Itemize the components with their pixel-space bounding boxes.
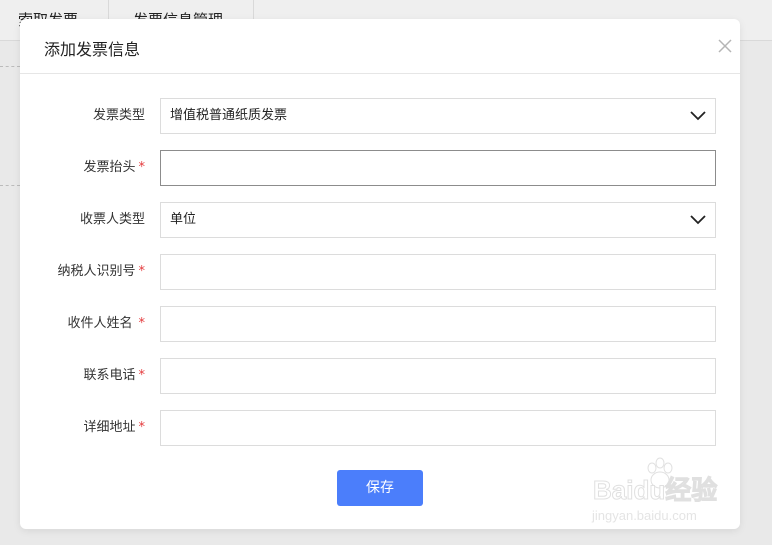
invoice-header-input[interactable] [170, 151, 715, 184]
save-button[interactable]: 保存 [337, 470, 423, 506]
background-dashed-box [0, 66, 20, 186]
chevron-down-icon [690, 111, 706, 121]
form-row-taxpayer-id: 纳税人识别号 * [20, 254, 740, 290]
invoice-header-label: 发票抬头 * [83, 160, 146, 175]
invoice-header-field [160, 150, 716, 186]
required-mark: * [138, 368, 146, 383]
taxpayer-id-field [160, 254, 716, 290]
invoice-type-label: 发票类型 [92, 108, 145, 123]
required-mark: * [138, 316, 146, 331]
address-input[interactable] [170, 411, 715, 444]
recipient-type-select[interactable]: 单位 [160, 202, 716, 238]
form-row-invoice-header: 发票抬头 * [20, 150, 740, 186]
form-row-address: 详细地址 * [20, 410, 740, 446]
required-mark: * [138, 420, 146, 435]
phone-label: 联系电话 * [83, 368, 146, 383]
close-icon [718, 39, 732, 53]
chevron-down-icon [690, 215, 706, 225]
taxpayer-id-label: 纳税人识别号 * [57, 264, 146, 279]
recipient-type-value: 单位 [170, 212, 197, 227]
dialog-header: 添加发票信息 [20, 19, 740, 74]
recipient-type-label: 收票人类型 [79, 212, 145, 227]
add-invoice-info-dialog: 添加发票信息 发票类型 增值税普通纸质发票 发票抬头 * 收票人类型 单位 纳税… [20, 19, 740, 529]
taxpayer-id-input[interactable] [170, 255, 715, 288]
address-field [160, 410, 716, 446]
address-label: 详细地址 * [83, 420, 146, 435]
invoice-type-value: 增值税普通纸质发票 [170, 108, 288, 123]
required-mark: * [138, 264, 146, 279]
dialog-title: 添加发票信息 [44, 40, 141, 59]
form-row-phone: 联系电话 * [20, 358, 740, 394]
phone-input[interactable] [170, 359, 715, 392]
form-row-recipient-type: 收票人类型 单位 [20, 202, 740, 238]
form-row-invoice-type: 发票类型 增值税普通纸质发票 [20, 98, 740, 134]
recipient-name-input[interactable] [170, 307, 715, 340]
invoice-type-select[interactable]: 增值税普通纸质发票 [160, 98, 716, 134]
form-row-recipient-name: 收件人姓名 * [20, 306, 740, 342]
required-mark: * [138, 160, 146, 175]
recipient-name-field [160, 306, 716, 342]
phone-field [160, 358, 716, 394]
recipient-name-label: 收件人姓名 * [67, 316, 146, 331]
close-button[interactable] [717, 38, 733, 54]
